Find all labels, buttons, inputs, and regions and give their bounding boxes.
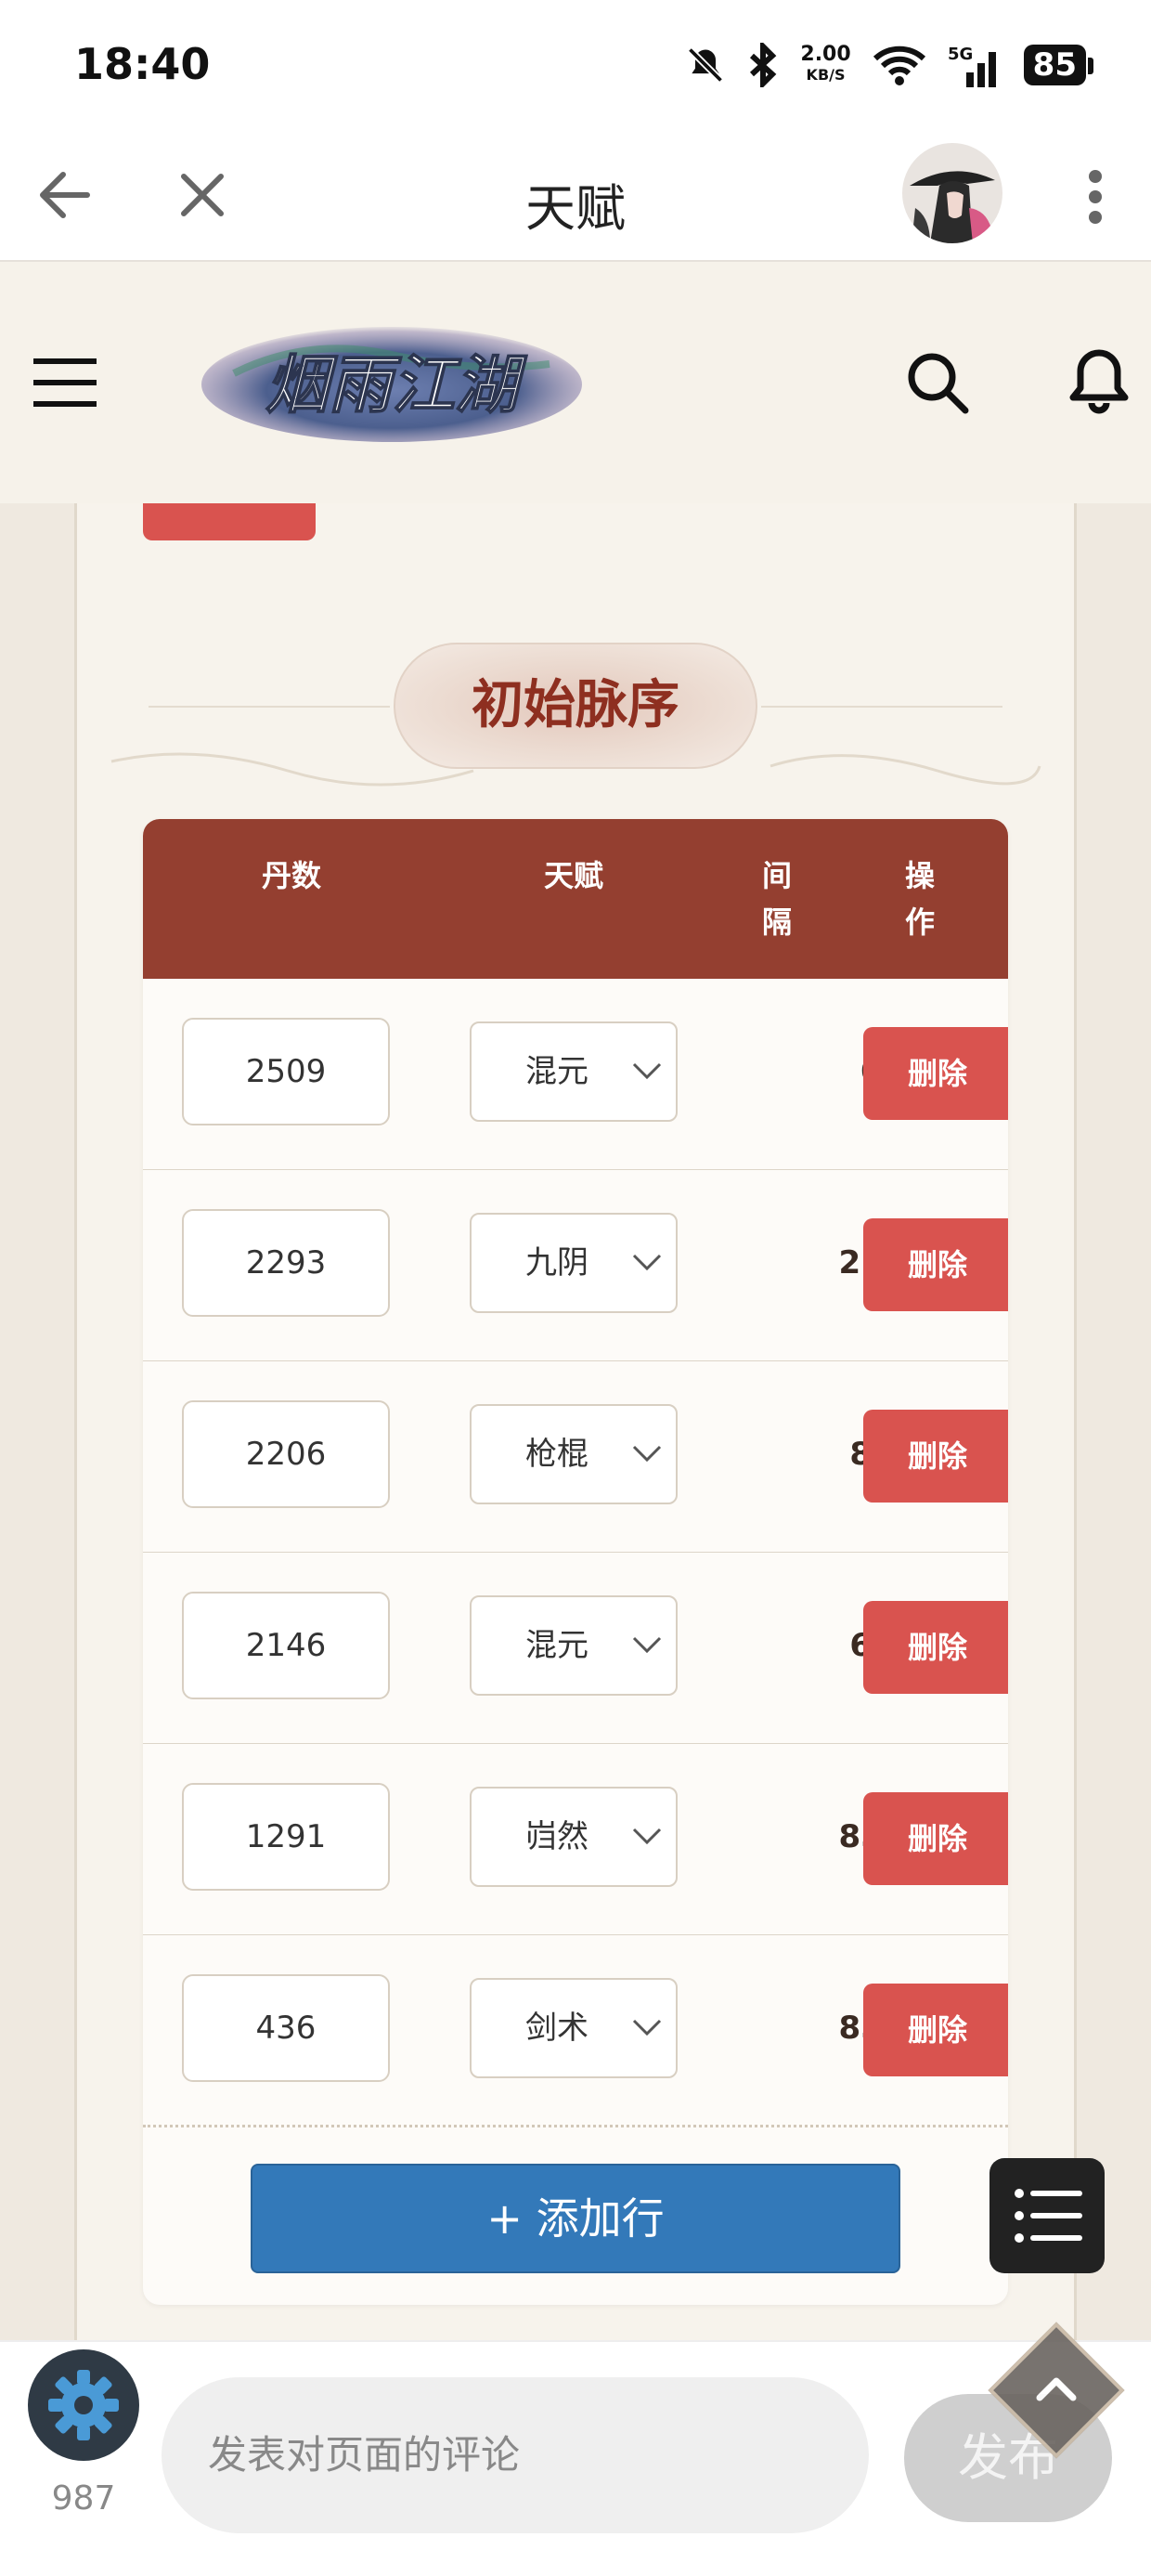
dan-input[interactable]: 2509 — [182, 1018, 390, 1125]
dan-input[interactable]: 2206 — [182, 1400, 390, 1508]
status-bar: 18:40 2.00 KB/S 5G 85 — [0, 0, 1151, 130]
talent-select-value: 剑术 — [525, 2010, 588, 2047]
settings-button[interactable] — [28, 2349, 139, 2461]
section-divider-right — [761, 706, 1002, 708]
talent-select[interactable]: 九阴 — [470, 1213, 678, 1313]
talent-select-value: 九阴 — [525, 1244, 588, 1281]
delete-button[interactable]: 删除 — [863, 1792, 1008, 1885]
logo-text: 烟雨江湖 — [265, 348, 528, 423]
avatar[interactable] — [902, 143, 1002, 243]
net-speed-unit: KB/S — [806, 66, 846, 84]
chevron-down-icon — [632, 1636, 662, 1654]
talent-select-value: 混元 — [525, 1627, 588, 1664]
bell-icon[interactable] — [1062, 344, 1136, 418]
comment-count: 987 — [51, 2479, 116, 2517]
talent-select[interactable]: 剑术 — [470, 1978, 678, 2078]
search-icon[interactable] — [900, 345, 975, 420]
delete-button[interactable]: 删除 — [863, 1218, 1008, 1311]
table-row: 2206 枪棍 87 删除 — [143, 1361, 1008, 1554]
chevron-down-icon — [632, 1062, 662, 1080]
chevron-down-icon — [632, 1254, 662, 1271]
table-row: 2509 混元 0 删除 — [143, 979, 1008, 1171]
delete-button[interactable]: 删除 — [863, 1984, 1008, 2076]
gear-icon — [48, 2370, 119, 2440]
net-speed: 2.00 KB/S — [800, 45, 850, 85]
dan-input[interactable]: 2146 — [182, 1592, 390, 1699]
hamburger-icon[interactable] — [33, 355, 97, 410]
talent-select[interactable]: 岿然 — [470, 1787, 678, 1887]
mute-icon — [688, 46, 724, 84]
net-speed-value: 2.00 — [800, 43, 851, 66]
add-row-button[interactable]: + 添加行 — [251, 2164, 900, 2273]
section-title: 初始脉序 — [394, 643, 757, 769]
list-icon — [1015, 2189, 1082, 2243]
header-talent: 天赋 — [543, 858, 603, 893]
delete-button[interactable]: 删除 — [863, 1027, 1008, 1120]
table-row: 2293 九阴 216 删除 — [143, 1170, 1008, 1362]
dan-input[interactable]: 436 — [182, 1974, 390, 2082]
header-action: 操作 — [904, 858, 935, 940]
chevron-down-icon — [632, 2019, 662, 2036]
table-header: 丹数 天赋 间隔 操作 — [143, 819, 1008, 979]
talent-select-value: 岿然 — [525, 1818, 588, 1855]
chevron-up-icon — [1036, 2377, 1077, 2401]
dan-input[interactable]: 2293 — [182, 1209, 390, 1317]
table-row: 436 剑术 855 删除 — [143, 1935, 1008, 2126]
status-icons: 2.00 KB/S 5G 85 — [685, 39, 1094, 91]
chevron-down-icon — [632, 1445, 662, 1463]
header-interval: 间隔 — [761, 858, 792, 940]
signal-icon: 5G — [948, 45, 996, 87]
delete-button[interactable]: 删除 — [863, 1410, 1008, 1503]
toc-button[interactable] — [989, 2158, 1105, 2273]
table-row: 1291 岿然 855 删除 — [143, 1744, 1008, 1936]
site-logo[interactable]: 烟雨江湖 — [197, 318, 587, 448]
talent-select[interactable]: 混元 — [470, 1595, 678, 1696]
talent-select-value: 枪棍 — [525, 1436, 588, 1473]
talent-select-value: 混元 — [525, 1053, 588, 1090]
table-footer-divider — [143, 2125, 1008, 2127]
section-divider-left — [149, 706, 390, 708]
browser-nav-bar: 天赋 — [0, 130, 1151, 262]
table-row: 2146 混元 60 删除 — [143, 1553, 1008, 1745]
more-vert-icon[interactable] — [1077, 163, 1114, 230]
site-header: 烟雨江湖 — [0, 262, 1151, 504]
chevron-down-icon — [632, 1828, 662, 1845]
partial-red-button[interactable] — [143, 503, 316, 540]
delete-button[interactable]: 删除 — [863, 1601, 1008, 1694]
battery-icon: 85 — [1023, 45, 1094, 85]
svg-text:5G: 5G — [948, 45, 973, 64]
header-dan: 丹数 — [261, 858, 321, 893]
dan-input[interactable]: 1291 — [182, 1783, 390, 1891]
talent-select[interactable]: 混元 — [470, 1021, 678, 1122]
bluetooth-icon — [750, 43, 777, 87]
wifi-icon — [873, 46, 925, 85]
talent-select[interactable]: 枪棍 — [470, 1404, 678, 1504]
comment-input[interactable]: 发表对页面的评论 — [162, 2377, 869, 2533]
talent-table: 丹数 天赋 间隔 操作 2509 混元 0 删除 2293 九阴 216 删除 … — [143, 819, 1008, 2305]
status-time: 18:40 — [74, 39, 211, 89]
